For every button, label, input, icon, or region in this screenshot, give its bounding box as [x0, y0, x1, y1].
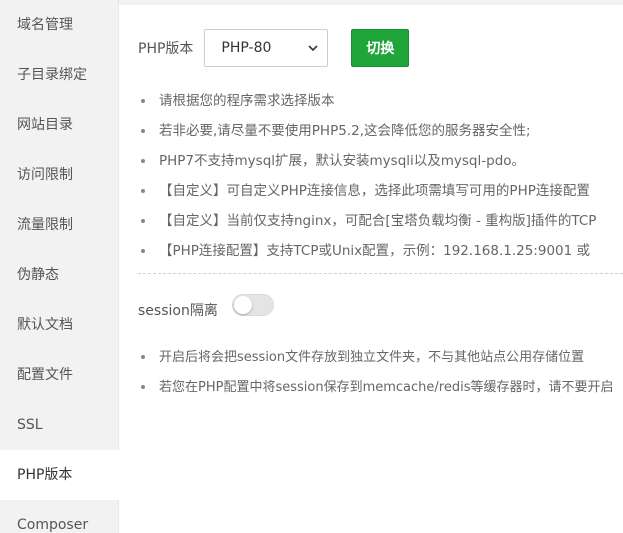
chevron-down-icon: [307, 42, 319, 54]
list-item: PHP7不支持mysql扩展，默认安装mysqli以及mysql-pdo。: [138, 148, 623, 178]
sidebar-item-subdir-binding[interactable]: 子目录绑定: [0, 50, 118, 100]
list-item: 【PHP连接配置】支持TCP或Unix配置，示例：192.168.1.25:90…: [138, 238, 623, 268]
session-tips-list: 开启后将会把session文件存放到独立文件夹，不与其他站点公用存储位置 若您在…: [138, 343, 623, 403]
sidebar-item-access-limit[interactable]: 访问限制: [0, 150, 118, 200]
sidebar-item-rewrite[interactable]: 伪静态: [0, 250, 118, 300]
sidebar-item-config-file[interactable]: 配置文件: [0, 350, 118, 400]
list-item: 【自定义】当前仅支持nginx，可配合[宝塔负载均衡 - 重构版]插件的TCP: [138, 208, 623, 238]
list-item: 若非必要,请尽量不要使用PHP5.2,这会降低您的服务器安全性;: [138, 118, 623, 148]
php-version-selected: PHP-80: [221, 40, 272, 56]
sidebar-item-php-version[interactable]: PHP版本: [0, 450, 119, 500]
list-item: 若您在PHP配置中将session保存到memcache/redis等缓存器时，…: [138, 373, 623, 403]
list-item: 请根据您的程序需求选择版本: [138, 88, 623, 118]
switch-button[interactable]: 切换: [351, 29, 410, 67]
sidebar-item-site-directory[interactable]: 网站目录: [0, 100, 118, 150]
session-isolation-toggle[interactable]: [231, 294, 274, 316]
list-item: 【自定义】可自定义PHP连接信息，选择此项需填写可用的PHP连接配置: [138, 178, 623, 208]
sidebar-item-traffic-limit[interactable]: 流量限制: [0, 200, 118, 250]
php-version-label: PHP版本: [138, 41, 194, 57]
sidebar: 域名管理 子目录绑定 网站目录 访问限制 流量限制 伪静态 默认文档 配置文件 …: [0, 0, 119, 533]
session-isolation-row: session隔离: [138, 290, 274, 320]
divider: [138, 273, 623, 274]
main-content: PHP版本 PHP-80 切换 请根据您的程序需求选择版本 若非必要,请尽量不要…: [138, 0, 623, 533]
php-version-select[interactable]: PHP-80: [204, 29, 329, 67]
php-version-panel: 域名管理 子目录绑定 网站目录 访问限制 流量限制 伪静态 默认文档 配置文件 …: [0, 0, 623, 533]
sidebar-item-composer[interactable]: Composer: [0, 500, 118, 533]
php-tips-list: 请根据您的程序需求选择版本 若非必要,请尽量不要使用PHP5.2,这会降低您的服…: [138, 88, 623, 268]
sidebar-item-default-document[interactable]: 默认文档: [0, 300, 118, 350]
session-isolation-label: session隔离: [138, 303, 218, 319]
php-version-row: PHP版本 PHP-80 切换: [138, 29, 410, 67]
list-item: 开启后将会把session文件存放到独立文件夹，不与其他站点公用存储位置: [138, 343, 623, 373]
sidebar-item-ssl[interactable]: SSL: [0, 400, 118, 450]
sidebar-item-domain[interactable]: 域名管理: [0, 0, 118, 50]
toggle-knob: [233, 296, 252, 314]
